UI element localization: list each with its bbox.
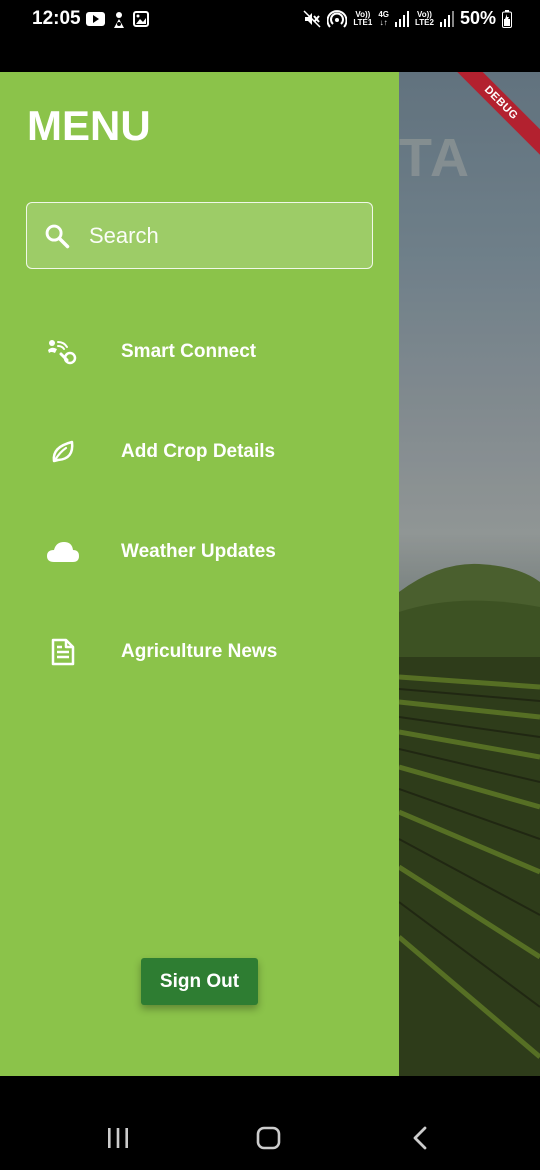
battery-percentage: 50% — [459, 8, 496, 28]
background-app: TA DEBUG — [399, 72, 540, 1076]
menu-item-label: Add Crop Details — [121, 441, 276, 462]
menu-item-add-crop-details[interactable]: Add Crop Details — [0, 402, 399, 502]
menu-item-label: Weather Updates — [121, 541, 276, 562]
notification-icon — [114, 12, 124, 28]
signal-icon — [395, 10, 409, 27]
gallery-icon — [133, 11, 149, 27]
news-icon — [46, 635, 80, 669]
leaf-icon — [46, 435, 80, 469]
menu-item-agriculture-news[interactable]: Agriculture News — [0, 602, 399, 702]
back-icon[interactable] — [410, 1126, 430, 1150]
battery-icon — [502, 9, 512, 28]
menu-title: MENU — [27, 102, 151, 149]
status-time: 12:05 — [32, 8, 81, 29]
hotspot-icon — [327, 9, 348, 28]
sign-out-button[interactable]: Sign Out — [141, 958, 258, 1005]
search-box[interactable] — [26, 202, 373, 269]
drawer-menu-list: Smart Connect Add Crop Details Weather U… — [0, 302, 399, 702]
youtube-icon — [86, 12, 105, 26]
menu-item-label: Smart Connect — [121, 341, 257, 362]
smart-connect-icon — [46, 335, 80, 369]
search-input[interactable] — [89, 222, 349, 249]
system-navigation-bar — [0, 1076, 540, 1170]
scrim-overlay[interactable] — [399, 72, 540, 1076]
lte1-icon: Vo)) LTE1 — [353, 9, 373, 27]
status-bar: 12:05 Vo)) LTE1 4G ↓↑ Vo)) LTE2 50% — [0, 0, 540, 72]
menu-item-label: Agriculture News — [121, 641, 278, 662]
lte2-icon: Vo)) LTE2 — [415, 9, 434, 27]
navigation-drawer: MENU Smart Connect — [0, 72, 399, 1076]
search-icon — [45, 224, 70, 248]
signal-icon — [439, 10, 454, 27]
menu-item-smart-connect[interactable]: Smart Connect — [0, 302, 399, 402]
status-left-icons — [86, 11, 149, 29]
4g-icon: 4G ↓↑ — [378, 9, 389, 27]
home-icon[interactable] — [256, 1126, 282, 1150]
cloud-icon — [46, 535, 80, 569]
mute-icon — [303, 9, 321, 28]
menu-item-weather-updates[interactable]: Weather Updates — [0, 502, 399, 602]
recents-icon[interactable] — [106, 1126, 130, 1150]
status-right-icons: Vo)) LTE1 4G ↓↑ Vo)) LTE2 50% — [303, 8, 512, 29]
